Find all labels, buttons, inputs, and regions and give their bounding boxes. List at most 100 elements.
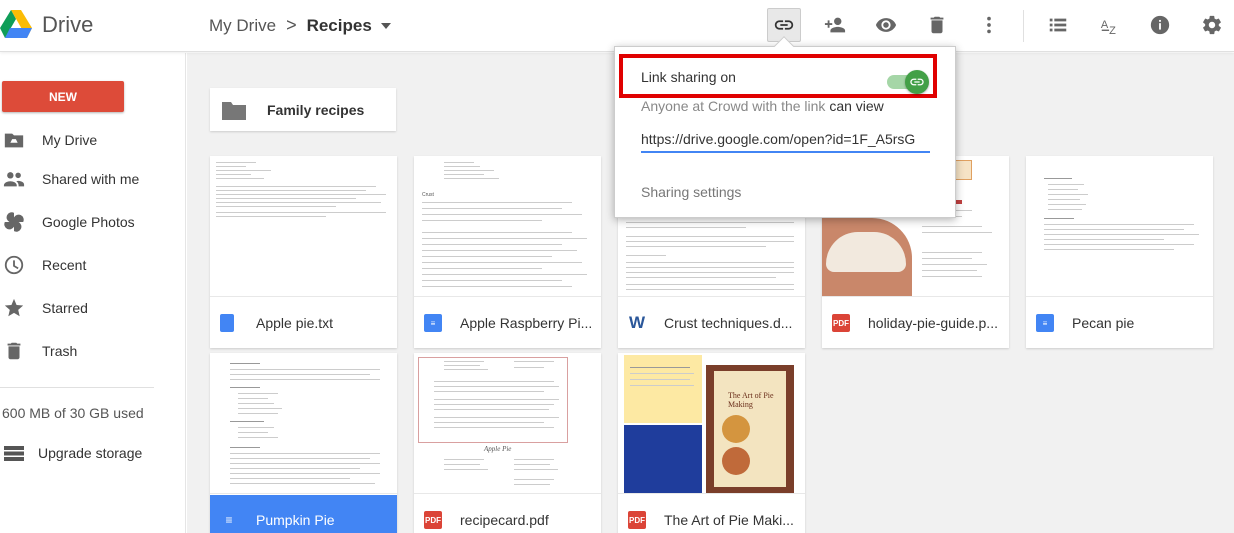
- sidebar-item-label: My Drive: [42, 132, 98, 148]
- upgrade-storage-label: Upgrade storage: [38, 445, 143, 461]
- link-icon: [910, 78, 924, 86]
- clock-icon: [2, 253, 26, 277]
- pdf-icon: PDF: [424, 511, 442, 529]
- file-name: The Art of Pie Maki...: [664, 512, 794, 528]
- preview-button[interactable]: [869, 8, 903, 42]
- file-thumbnail: Apple Pie: [414, 353, 601, 494]
- star-icon: [2, 296, 26, 320]
- chevron-down-icon[interactable]: [380, 22, 391, 29]
- thumbnail-card-border: [418, 357, 568, 443]
- drive-folder-icon: [2, 128, 26, 152]
- google-doc-icon: ≡: [424, 314, 442, 332]
- sidebar: NEW My Drive Shared with me Google Photo…: [0, 53, 186, 533]
- file-meta: ≡ Apple Raspberry Pi...: [414, 298, 601, 348]
- storage-usage: 600 MB of 30 GB used: [2, 405, 144, 421]
- toggle-knob: [905, 70, 929, 94]
- google-doc-icon: ≡: [225, 513, 233, 527]
- thumbnail-pie-photo: [722, 415, 750, 443]
- eye-icon: [875, 18, 897, 32]
- thumbnail-yellow-panel: [624, 355, 702, 423]
- sidebar-item-trash[interactable]: Trash: [0, 336, 186, 366]
- thumbnail-cover-title: The Art of Pie Making: [728, 391, 774, 409]
- sidebar-item-my-drive[interactable]: My Drive: [0, 125, 186, 155]
- file-thumbnail: Crust: [414, 156, 601, 297]
- file-name: Apple Raspberry Pi...: [460, 315, 593, 331]
- link-access-description: Anyone at Crowd with the link can view: [641, 98, 884, 114]
- file-card[interactable]: Crust ≡ Apple Raspberry Pi...: [414, 156, 601, 348]
- folder-name: Family recipes: [267, 101, 365, 118]
- storage-icon: [4, 446, 24, 461]
- file-card[interactable]: ≡ Pecan pie: [1026, 156, 1213, 348]
- thumbnail-pie-photo-2: [722, 447, 750, 475]
- sidebar-item-label: Shared with me: [42, 171, 140, 187]
- file-name: recipecard.pdf: [460, 512, 549, 528]
- link-sharing-popup: Link sharing on Anyone at Crowd with the…: [614, 36, 956, 218]
- settings-button[interactable]: [1195, 8, 1229, 42]
- top-bar: Drive My Drive > Recipes AZ: [0, 0, 1234, 52]
- breadcrumb: My Drive > Recipes: [209, 15, 391, 36]
- file-card-selected[interactable]: ≡ Pumpkin Pie: [210, 353, 397, 533]
- share-button[interactable]: [818, 8, 852, 42]
- sidebar-item-recent[interactable]: Recent: [0, 250, 186, 280]
- file-card[interactable]: Apple pie.txt: [210, 156, 397, 348]
- photos-icon: [2, 210, 26, 234]
- share-link-field[interactable]: https://drive.google.com/open?id=1F_A5rs…: [641, 131, 930, 153]
- breadcrumb-separator: >: [286, 15, 297, 35]
- file-meta: PDF recipecard.pdf: [414, 495, 601, 533]
- pdf-icon: PDF: [628, 511, 646, 529]
- file-name: Pecan pie: [1072, 315, 1135, 331]
- drive-logo-icon[interactable]: [0, 10, 32, 38]
- info-icon: [1150, 15, 1170, 35]
- file-card[interactable]: Apple Pie PDF recipecard.pdf: [414, 353, 601, 533]
- upgrade-storage-link[interactable]: Upgrade storage: [0, 441, 160, 465]
- file-card[interactable]: The Art of Pie Making PDF The Art of Pie…: [618, 353, 805, 533]
- thumbnail-blue-panel: [624, 425, 702, 493]
- file-meta: ≡ Pecan pie: [1026, 298, 1213, 348]
- trash-icon: [2, 339, 26, 363]
- file-meta: PDF The Art of Pie Maki...: [618, 495, 805, 533]
- remove-button[interactable]: [920, 8, 954, 42]
- file-thumbnail: [210, 353, 397, 494]
- sharing-settings-link[interactable]: Sharing settings: [641, 184, 741, 200]
- list-view-button[interactable]: [1041, 8, 1075, 42]
- link-permission-dropdown[interactable]: can view: [829, 98, 883, 114]
- more-vert-icon: [987, 16, 991, 34]
- breadcrumb-my-drive[interactable]: My Drive: [209, 16, 276, 36]
- details-button[interactable]: [1143, 8, 1177, 42]
- list-view-icon: [1049, 18, 1067, 32]
- sidebar-item-label: Google Photos: [42, 214, 135, 230]
- new-button[interactable]: NEW: [2, 81, 124, 112]
- sidebar-item-starred[interactable]: Starred: [0, 293, 186, 323]
- folder-card[interactable]: Family recipes: [210, 88, 396, 131]
- trash-icon: [930, 16, 944, 34]
- sidebar-item-shared-with-me[interactable]: Shared with me: [0, 164, 186, 194]
- more-actions-button[interactable]: [972, 8, 1006, 42]
- sidebar-item-google-photos[interactable]: Google Photos: [0, 207, 186, 237]
- file-thumbnail: [210, 156, 397, 297]
- pdf-icon: PDF: [832, 314, 850, 332]
- thumbnail-title: Apple Pie: [484, 445, 512, 453]
- file-meta: ≡ Pumpkin Pie: [210, 495, 397, 533]
- sort-az-icon: AZ: [1101, 19, 1116, 36]
- file-name: Pumpkin Pie: [256, 512, 335, 528]
- text-file-icon: [220, 314, 234, 332]
- file-thumbnail: [1026, 156, 1213, 297]
- svg-text:A: A: [1101, 19, 1109, 31]
- file-name: Crust techniques.d...: [664, 315, 793, 331]
- folder-icon: [222, 101, 246, 120]
- sidebar-item-label: Trash: [42, 343, 78, 359]
- breadcrumb-current-folder[interactable]: Recipes: [307, 16, 372, 36]
- people-icon: [2, 167, 26, 191]
- file-thumbnail: The Art of Pie Making: [618, 353, 805, 494]
- word-doc-icon: W: [628, 313, 646, 332]
- sort-button[interactable]: AZ: [1093, 8, 1127, 42]
- app-title[interactable]: Drive: [42, 12, 93, 38]
- link-sharing-toggle[interactable]: [887, 70, 929, 94]
- toolbar-divider: [1023, 10, 1024, 42]
- add-person-icon: [824, 17, 846, 33]
- file-name: holiday-pie-guide.p...: [868, 315, 998, 331]
- google-doc-icon: ≡: [1036, 314, 1054, 332]
- svg-text:Z: Z: [1109, 25, 1116, 36]
- link-icon: [774, 20, 794, 30]
- sidebar-item-label: Starred: [42, 300, 88, 316]
